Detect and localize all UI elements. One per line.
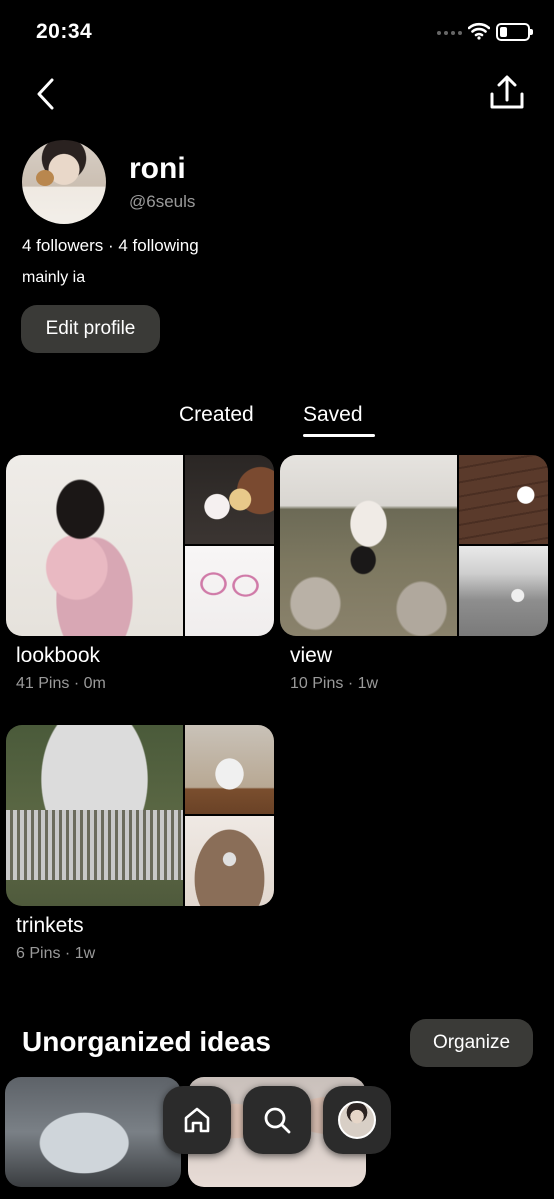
pin-image bbox=[280, 455, 457, 636]
pin-image bbox=[185, 725, 274, 814]
nav-home-button[interactable] bbox=[163, 1086, 231, 1154]
nav-profile-button[interactable] bbox=[323, 1086, 391, 1154]
tab-saved[interactable]: Saved bbox=[303, 403, 363, 427]
pin-image bbox=[6, 455, 183, 636]
board-title: view bbox=[290, 644, 333, 667]
search-icon bbox=[264, 1107, 291, 1134]
avatar[interactable] bbox=[22, 140, 106, 224]
idea-pin[interactable] bbox=[5, 1077, 181, 1187]
edit-profile-button[interactable]: Edit profile bbox=[21, 305, 160, 353]
status-bar: 20:34 bbox=[0, 0, 554, 64]
pin-image bbox=[185, 816, 274, 906]
profile-name: roni bbox=[129, 152, 186, 185]
board-cover bbox=[6, 455, 274, 636]
pin-image bbox=[185, 455, 274, 544]
profile-bio: mainly ia bbox=[22, 269, 86, 286]
board-view[interactable]: view 10 Pins · 1w bbox=[280, 455, 548, 695]
board-cover bbox=[280, 455, 548, 636]
board-title: trinkets bbox=[16, 914, 84, 937]
section-title: Unorganized ideas bbox=[22, 1026, 271, 1057]
board-lookbook[interactable]: lookbook 41 Pins · 0m bbox=[6, 455, 274, 695]
board-meta: 10 Pins · 1w bbox=[290, 675, 379, 692]
pin-image bbox=[459, 546, 548, 636]
home-icon bbox=[184, 1107, 210, 1133]
share-icon[interactable] bbox=[486, 72, 528, 114]
battery-icon bbox=[496, 23, 533, 41]
board-meta: 6 Pins · 1w bbox=[16, 945, 96, 962]
board-title: lookbook bbox=[16, 644, 101, 667]
organize-button[interactable]: Organize bbox=[410, 1019, 533, 1067]
profile-handle: @6seuls bbox=[129, 192, 196, 211]
status-time: 20:34 bbox=[36, 20, 93, 43]
board-cover bbox=[6, 725, 274, 906]
pin-image bbox=[6, 725, 183, 906]
back-button[interactable] bbox=[30, 74, 66, 114]
pin-image bbox=[459, 455, 548, 544]
follow-stats[interactable]: 4 followers · 4 following bbox=[22, 236, 199, 256]
cellular-signal-icon bbox=[437, 31, 462, 35]
profile-avatar-icon bbox=[338, 1101, 376, 1139]
wifi-icon bbox=[468, 22, 490, 40]
board-meta: 41 Pins · 0m bbox=[16, 675, 106, 692]
tab-created[interactable]: Created bbox=[179, 403, 254, 427]
board-trinkets[interactable]: trinkets 6 Pins · 1w bbox=[6, 725, 274, 965]
active-tab-indicator bbox=[303, 434, 375, 437]
pin-image bbox=[185, 546, 274, 636]
nav-search-button[interactable] bbox=[243, 1086, 311, 1154]
